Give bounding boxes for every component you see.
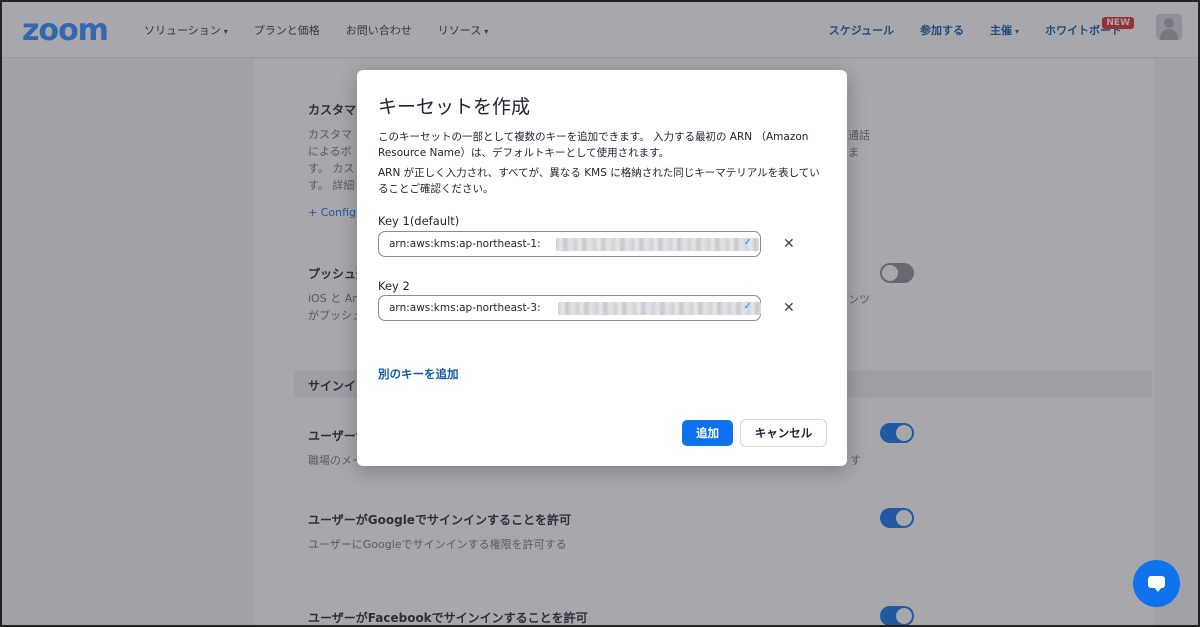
key-2-label: Key 2 <box>378 279 410 293</box>
redacted-value <box>558 302 761 315</box>
check-icon: ✓ <box>743 301 752 312</box>
add-another-key-link[interactable]: 別のキーを追加 <box>378 366 459 382</box>
modal-description: このキーセットの一部として複数のキーを追加できます。 入力する最初の ARN （… <box>378 131 820 195</box>
create-keyset-modal: キーセットを作成 このキーセットの一部として複数のキーを追加できます。 入力する… <box>357 70 847 466</box>
modal-title: キーセットを作成 <box>378 96 531 118</box>
remove-key-1-icon[interactable]: ✕ <box>783 236 795 252</box>
cancel-button[interactable]: キャンセル <box>740 419 827 447</box>
key-1-label: Key 1(default) <box>378 214 460 228</box>
remove-key-2-icon[interactable]: ✕ <box>783 300 795 316</box>
key-2-value: arn:aws:kms:ap-northeast-3: <box>389 302 541 314</box>
app-frame: zoom ソリューション ▾ プランと価格 お問い合わせ リソース ▾ スケジュール… <box>0 0 1200 627</box>
check-icon: ✓ <box>743 237 752 248</box>
key-1-value: arn:aws:kms:ap-northeast-1: <box>389 238 541 250</box>
redacted-value <box>556 238 759 251</box>
key-1-input[interactable]: arn:aws:kms:ap-northeast-1: ✓ <box>378 231 761 257</box>
key-2-input[interactable]: arn:aws:kms:ap-northeast-3: ✓ <box>378 295 761 321</box>
add-button[interactable]: 追加 <box>682 420 733 446</box>
chat-icon[interactable] <box>1133 560 1180 607</box>
